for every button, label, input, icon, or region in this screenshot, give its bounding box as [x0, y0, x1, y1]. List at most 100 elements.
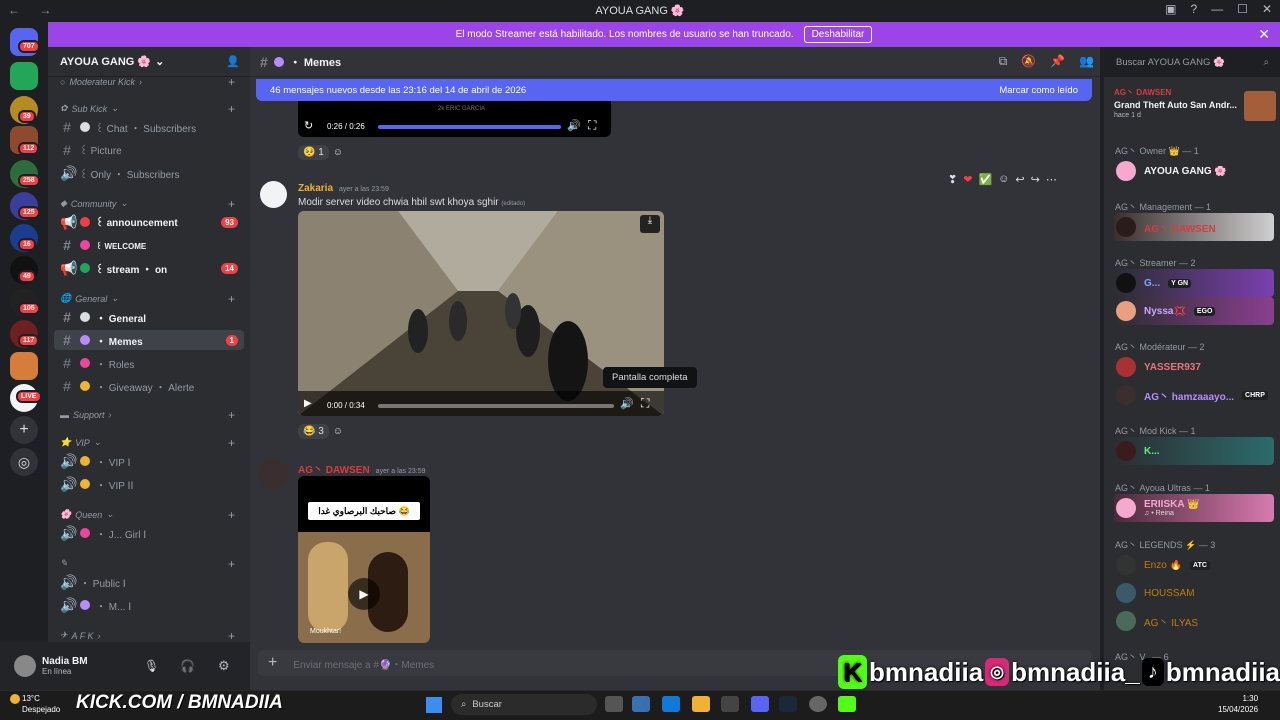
- mic-icon[interactable]: 🎙: [144, 659, 159, 673]
- channel-public[interactable]: 🔊 ・ Public Ⅰ: [54, 572, 244, 592]
- replay-icon[interactable]: ↻: [304, 119, 313, 132]
- channel-memes[interactable]: # ・ Memes 1: [54, 330, 244, 350]
- task-view-icon[interactable]: [605, 696, 623, 712]
- taskbar-search[interactable]: ⌕ Buscar: [451, 694, 597, 715]
- channel-vip-2[interactable]: 🔊 ・ VIP ⅠⅠ: [54, 474, 244, 494]
- channel-general[interactable]: # ・ General: [54, 307, 244, 327]
- member-item[interactable]: HOUSSAM: [1114, 579, 1274, 607]
- file-explorer-icon[interactable]: [692, 696, 710, 712]
- video-player[interactable]: 2k ERIC GARCIA ↻ 0:26 / 0:26 🔊 ⛶: [298, 101, 611, 137]
- category-moderateur[interactable]: ○ Moderateur Kick › +: [60, 75, 235, 89]
- badge: 105: [18, 302, 40, 315]
- outlook-icon[interactable]: [662, 696, 680, 712]
- app-icon[interactable]: [809, 696, 827, 712]
- add-attachment-icon[interactable]: +: [268, 654, 277, 672]
- channel-only-subscribers[interactable]: 🔊 ꒰ Only ・ Subscribers: [54, 163, 244, 183]
- channel-welcome[interactable]: # ꒰ WELCOME: [54, 235, 244, 255]
- widgets-icon[interactable]: [632, 696, 650, 712]
- message-actions[interactable]: ❣ ❤ ✅ ☺ ↩ ↪ ⋯: [946, 171, 1059, 188]
- avatar[interactable]: [260, 181, 287, 208]
- fullscreen-icon[interactable]: ⛶: [588, 118, 596, 133]
- channel-vip-1[interactable]: 🔊 ・ VIP Ⅰ: [54, 451, 244, 471]
- category-vip[interactable]: ⭐ VIP ⌄ +: [60, 436, 235, 450]
- server-icon[interactable]: [10, 62, 38, 90]
- member-item[interactable]: ERIISKA 👑 ♫ • Reina: [1114, 494, 1274, 522]
- settings-gear-icon[interactable]: ⚙: [218, 658, 230, 674]
- kick-taskbar-icon[interactable]: [838, 696, 856, 712]
- steam-icon[interactable]: [779, 696, 797, 712]
- disable-streamer-button[interactable]: Deshabilitar: [803, 26, 873, 43]
- member-item[interactable]: K...: [1114, 437, 1274, 465]
- badge: 49: [18, 270, 36, 283]
- member-item[interactable]: YASSER937: [1114, 353, 1274, 381]
- reaction[interactable]: 🥺 1 ☺: [298, 145, 343, 160]
- member-item[interactable]: AG丶 hamzaaayo... CHRP: [1114, 381, 1274, 409]
- avatar[interactable]: [14, 655, 36, 677]
- channel-announcement[interactable]: 📢 ꒰ announcement 93: [54, 212, 244, 232]
- tiktok-handle: bmnadiia: [1165, 656, 1280, 687]
- volume-icon[interactable]: 🔊: [620, 397, 634, 410]
- instagram-handle: bmnadiia_: [1011, 656, 1140, 687]
- channel-picture[interactable]: # ꒰ Picture: [54, 140, 244, 160]
- fullscreen-icon[interactable]: ⛶: [641, 396, 649, 411]
- category-unnamed[interactable]: ✎ +: [60, 557, 235, 571]
- channel-giveaway[interactable]: # ・ Giveaway ・ Alerte: [54, 376, 244, 396]
- explore-icon[interactable]: ◎: [10, 448, 38, 476]
- notifications-icon[interactable]: 🔕: [1021, 54, 1036, 69]
- member-item[interactable]: AG丶 ILYAS: [1114, 607, 1274, 635]
- channel-chat-subscribers[interactable]: # ꒰ Chat ・ Subscribers: [54, 117, 244, 137]
- play-icon[interactable]: ▶: [348, 578, 380, 610]
- close-icon[interactable]: ✕: [1258, 26, 1270, 43]
- window-controls[interactable]: ▣? — ☐ ✕: [1165, 2, 1272, 16]
- chevron-down-icon: ⌄: [155, 56, 165, 68]
- search-input[interactable]: Buscar AYOUA GANG 🌸 ⌕: [1110, 52, 1275, 72]
- add-server-icon[interactable]: +: [10, 416, 38, 444]
- member-item[interactable]: AYOUA GANG 🌸: [1114, 157, 1274, 185]
- member-item[interactable]: Nyssa💢 EGO: [1114, 297, 1274, 325]
- app-icon[interactable]: [721, 696, 739, 712]
- mark-read-button[interactable]: Marcar como leído: [999, 85, 1078, 96]
- activity-card[interactable]: AG丶 DAWSEN Grand Theft Auto San Andr... …: [1114, 87, 1276, 123]
- clock[interactable]: 1:30 15/04/2026: [1218, 693, 1258, 715]
- video-embed[interactable]: صاحبك البرصاوي غدا 😂 ▶ Moukhtar!: [298, 476, 430, 643]
- message-author[interactable]: Zakaria: [298, 183, 333, 194]
- kick-url-overlay: KICK.COM / BMNADIIA: [76, 692, 283, 713]
- pin-icon[interactable]: 📌: [1050, 54, 1065, 69]
- video-progress[interactable]: [378, 125, 561, 129]
- category-community[interactable]: ◆ Community ⌄ +: [60, 197, 235, 211]
- add-member-icon[interactable]: 👤: [226, 55, 240, 68]
- message-author[interactable]: AG丶 DAWSEN: [298, 465, 370, 476]
- member-item[interactable]: G... Y GN: [1114, 269, 1274, 297]
- category-afk[interactable]: ✈ A F K › +: [60, 629, 235, 643]
- discord-taskbar-icon[interactable]: [751, 696, 769, 712]
- server-header[interactable]: AYOUA GANG 🌸 ⌄ 👤: [48, 47, 250, 77]
- kick-handle: bmnadiia: [869, 656, 984, 687]
- video-progress[interactable]: [378, 404, 614, 408]
- headphones-icon[interactable]: 🎧: [180, 659, 195, 673]
- channel-music[interactable]: 🔊 ・ M... Ⅰ: [54, 595, 244, 615]
- video-watermark: 2k ERIC GARCIA: [438, 106, 486, 112]
- channel-roles[interactable]: # ・ Roles: [54, 353, 244, 373]
- category-subkick[interactable]: ✿ Sub Kick ⌄ +: [60, 102, 235, 116]
- server-icon[interactable]: [10, 352, 38, 380]
- category-general[interactable]: 🌐 General ⌄ +: [60, 292, 235, 306]
- reaction[interactable]: 😂 3 ☺: [298, 424, 343, 439]
- new-messages-bar[interactable]: 46 mensajes nuevos desde las 23:16 del 1…: [256, 79, 1092, 101]
- download-icon[interactable]: ⤓: [640, 215, 660, 233]
- channel-stream-on[interactable]: 📢 ꒰ stream ・ on 14: [54, 258, 244, 278]
- weather-widget[interactable]: 13°C Despejado: [22, 693, 60, 715]
- message-header: AG丶 DAWSEN ayer a las 23:59: [298, 461, 425, 476]
- avatar[interactable]: [258, 459, 288, 489]
- category-queen[interactable]: 🌸 Queen ⌄ +: [60, 508, 235, 522]
- members-icon[interactable]: 👥: [1079, 54, 1094, 69]
- play-icon[interactable]: ▶: [304, 398, 312, 409]
- volume-icon[interactable]: 🔊: [567, 119, 581, 132]
- minimize-icon: —: [1211, 2, 1224, 16]
- nav-arrows-icon[interactable]: ← →: [8, 3, 59, 17]
- member-item[interactable]: Enzo 🔥 ATC: [1114, 551, 1274, 579]
- start-icon[interactable]: [426, 697, 442, 713]
- channel-girl[interactable]: 🔊 ・ J... Girl Ⅰ: [54, 523, 244, 543]
- member-item[interactable]: AG丶 DAWSEN: [1114, 213, 1274, 241]
- threads-icon[interactable]: ⧉: [999, 54, 1008, 69]
- category-support[interactable]: ▬ Support › +: [60, 408, 235, 422]
